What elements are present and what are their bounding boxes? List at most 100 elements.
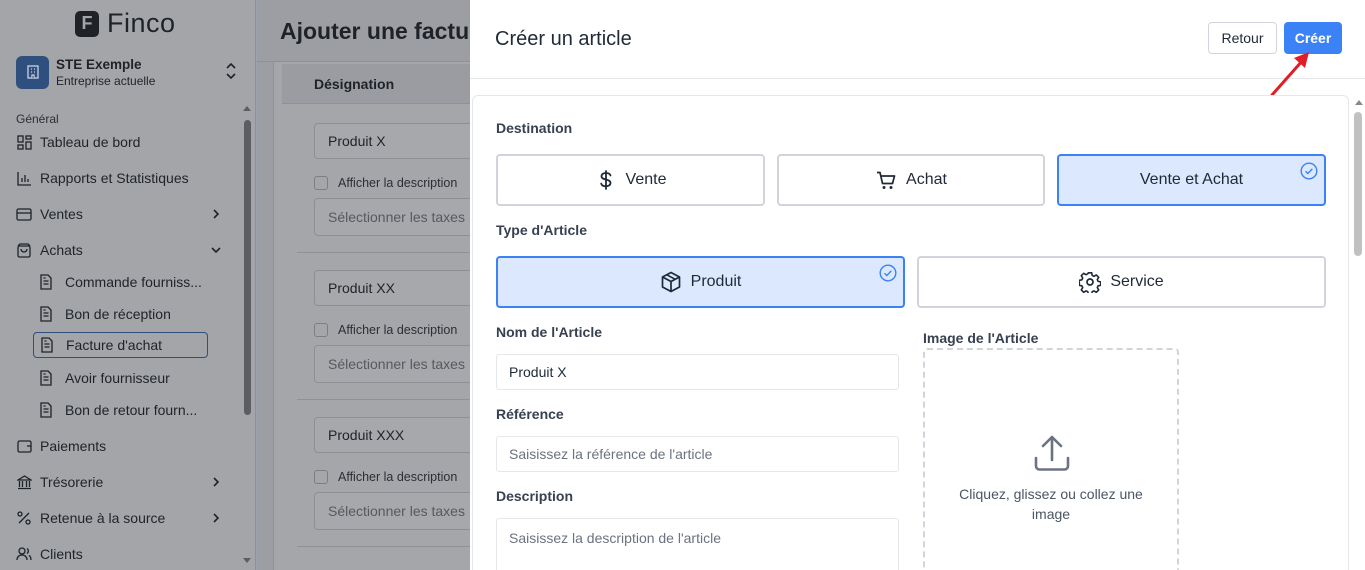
- cart-icon: [875, 169, 897, 191]
- checkbox-label: Afficher la description: [338, 176, 458, 190]
- taxes-select[interactable]: Sélectionner les taxes: [314, 345, 470, 383]
- type-label: Type d'Article: [496, 222, 587, 238]
- annotation-arrow-icon: [1270, 52, 1309, 97]
- description-label: Description: [496, 488, 574, 504]
- sidebar-item-label: Paiements: [40, 438, 107, 454]
- option-label: Service: [1110, 273, 1164, 290]
- description-textarea[interactable]: [496, 518, 899, 570]
- sidebar-subitem-label: Bon de réception: [65, 306, 171, 322]
- image-dropzone[interactable]: Cliquez, glissez ou collez une image: [923, 348, 1179, 570]
- chevron-right-icon[interactable]: [210, 476, 222, 488]
- sidebar-item-tresorerie[interactable]: Trésorerie: [16, 470, 103, 494]
- chevron-right-icon[interactable]: [210, 208, 222, 220]
- option-label: Vente: [625, 171, 667, 188]
- sidebar-item-label: Retenue à la source: [40, 510, 166, 526]
- type-option-produit[interactable]: Produit: [496, 256, 905, 308]
- create-article-drawer: Créer un article Retour Créer Destinatio…: [470, 0, 1365, 570]
- sidebar-item-clients[interactable]: Clients: [16, 542, 83, 566]
- sidebar-item-label: Tableau de bord: [40, 134, 141, 150]
- gear-icon: [1079, 271, 1102, 293]
- product-input[interactable]: Produit XXX: [314, 417, 470, 453]
- sidebar-subitem-label: Commande fourniss...: [65, 274, 202, 290]
- bar-chart-icon: [16, 170, 32, 186]
- sidebar-item-label: Trésorerie: [40, 474, 104, 490]
- sidebar-item-label: Rapports et Statistiques: [40, 170, 189, 186]
- company-name: STE Exemple: [56, 56, 142, 72]
- credit-card-icon: [16, 206, 32, 222]
- image-label: Image de l'Article: [923, 330, 1039, 346]
- document-icon: [40, 402, 52, 418]
- sidebar-subitem-commande-fournisseur[interactable]: Commande fourniss...: [38, 269, 202, 295]
- chevron-down-icon[interactable]: [210, 244, 222, 256]
- checkbox[interactable]: [314, 176, 328, 190]
- sidebar-subitem-bon-retour[interactable]: Bon de retour fourn...: [38, 397, 197, 423]
- users-icon: [16, 546, 32, 562]
- row-divider: [297, 546, 470, 547]
- sidebar-subitem-bon-reception[interactable]: Bon de réception: [38, 301, 171, 327]
- column-header-designation: Désignation: [282, 64, 470, 104]
- upload-icon: [1034, 435, 1070, 471]
- sidebar-scroll-thumb[interactable]: [244, 120, 251, 415]
- chevrons-up-down-icon[interactable]: [224, 62, 238, 80]
- scroll-up-icon[interactable]: [242, 104, 252, 114]
- brand-logo[interactable]: F Finco: [75, 8, 176, 39]
- sidebar-subitem-label: Bon de retour fourn...: [65, 402, 198, 418]
- reference-input[interactable]: [496, 436, 899, 472]
- sidebar: F Finco STE Exemple Entreprise actuelle …: [0, 0, 256, 570]
- checkbox[interactable]: [314, 323, 328, 337]
- destination-label: Destination: [496, 120, 573, 136]
- sidebar-item-achats[interactable]: Achats: [16, 238, 83, 262]
- sidebar-item-retenue[interactable]: Retenue à la source: [16, 506, 165, 530]
- box-icon: [660, 271, 682, 293]
- scroll-down-icon[interactable]: [242, 555, 252, 565]
- sidebar-item-dashboard[interactable]: Tableau de bord: [16, 130, 140, 154]
- document-icon: [41, 337, 53, 353]
- checkbox-label: Afficher la description: [338, 323, 458, 337]
- checkbox[interactable]: [314, 470, 328, 484]
- sidebar-item-ventes[interactable]: Ventes: [16, 202, 83, 226]
- percent-icon: [16, 510, 32, 526]
- type-option-service[interactable]: Service: [917, 256, 1326, 308]
- sidebar-subitem-facture-achat[interactable]: Facture d'achat: [33, 332, 208, 358]
- sidebar-item-reports[interactable]: Rapports et Statistiques: [16, 166, 189, 190]
- row-divider: [297, 252, 470, 253]
- article-name-input[interactable]: [496, 354, 899, 390]
- drawer-scroll-thumb[interactable]: [1354, 112, 1362, 256]
- building-icon: [16, 55, 49, 89]
- destination-option-vente[interactable]: Vente: [496, 154, 765, 206]
- option-label: Achat: [906, 171, 947, 188]
- show-description-checkbox[interactable]: Afficher la description: [314, 176, 457, 190]
- dollar-icon: [595, 169, 617, 191]
- sidebar-subitem-label: Avoir fournisseur: [65, 370, 170, 386]
- document-icon: [40, 370, 52, 386]
- dropzone-hint: Cliquez, glissez ou collez une image: [959, 486, 1143, 522]
- show-description-checkbox[interactable]: Afficher la description: [314, 470, 457, 484]
- main-content: Ajouter une factu Désignation Produit X …: [257, 0, 470, 570]
- scroll-up-icon[interactable]: [1354, 98, 1364, 108]
- document-icon: [40, 306, 52, 322]
- company-subtitle: Entreprise actuelle: [56, 73, 156, 88]
- sidebar-subitem-avoir-fournisseur[interactable]: Avoir fournisseur: [38, 365, 170, 391]
- row-divider: [297, 399, 470, 400]
- brand-name: Finco: [107, 8, 176, 38]
- destination-option-achat[interactable]: Achat: [777, 154, 1045, 206]
- show-description-checkbox[interactable]: Afficher la description: [314, 323, 457, 337]
- reference-label: Référence: [496, 406, 564, 422]
- checkbox-label: Afficher la description: [338, 470, 458, 484]
- taxes-select[interactable]: Sélectionner les taxes: [314, 198, 470, 236]
- company-switcher[interactable]: STE Exemple Entreprise actuelle: [16, 54, 244, 90]
- drawer-header: Créer un article Retour Créer: [470, 0, 1365, 79]
- check-circle-icon: [879, 264, 897, 282]
- page-title: Ajouter une factu: [280, 18, 470, 44]
- product-input[interactable]: Produit XX: [314, 270, 470, 306]
- destination-option-vente-et-achat[interactable]: Vente et Achat: [1057, 154, 1326, 206]
- wallet-icon: [16, 438, 32, 454]
- bank-icon: [16, 474, 32, 490]
- finco-logo-icon: F: [75, 10, 99, 37]
- taxes-select[interactable]: Sélectionner les taxes: [314, 492, 470, 530]
- chevron-right-icon[interactable]: [210, 512, 222, 524]
- sidebar-item-paiements[interactable]: Paiements: [16, 434, 106, 458]
- check-circle-icon: [1300, 162, 1318, 180]
- product-input[interactable]: Produit X: [314, 123, 470, 159]
- shopping-bag-icon: [16, 242, 32, 258]
